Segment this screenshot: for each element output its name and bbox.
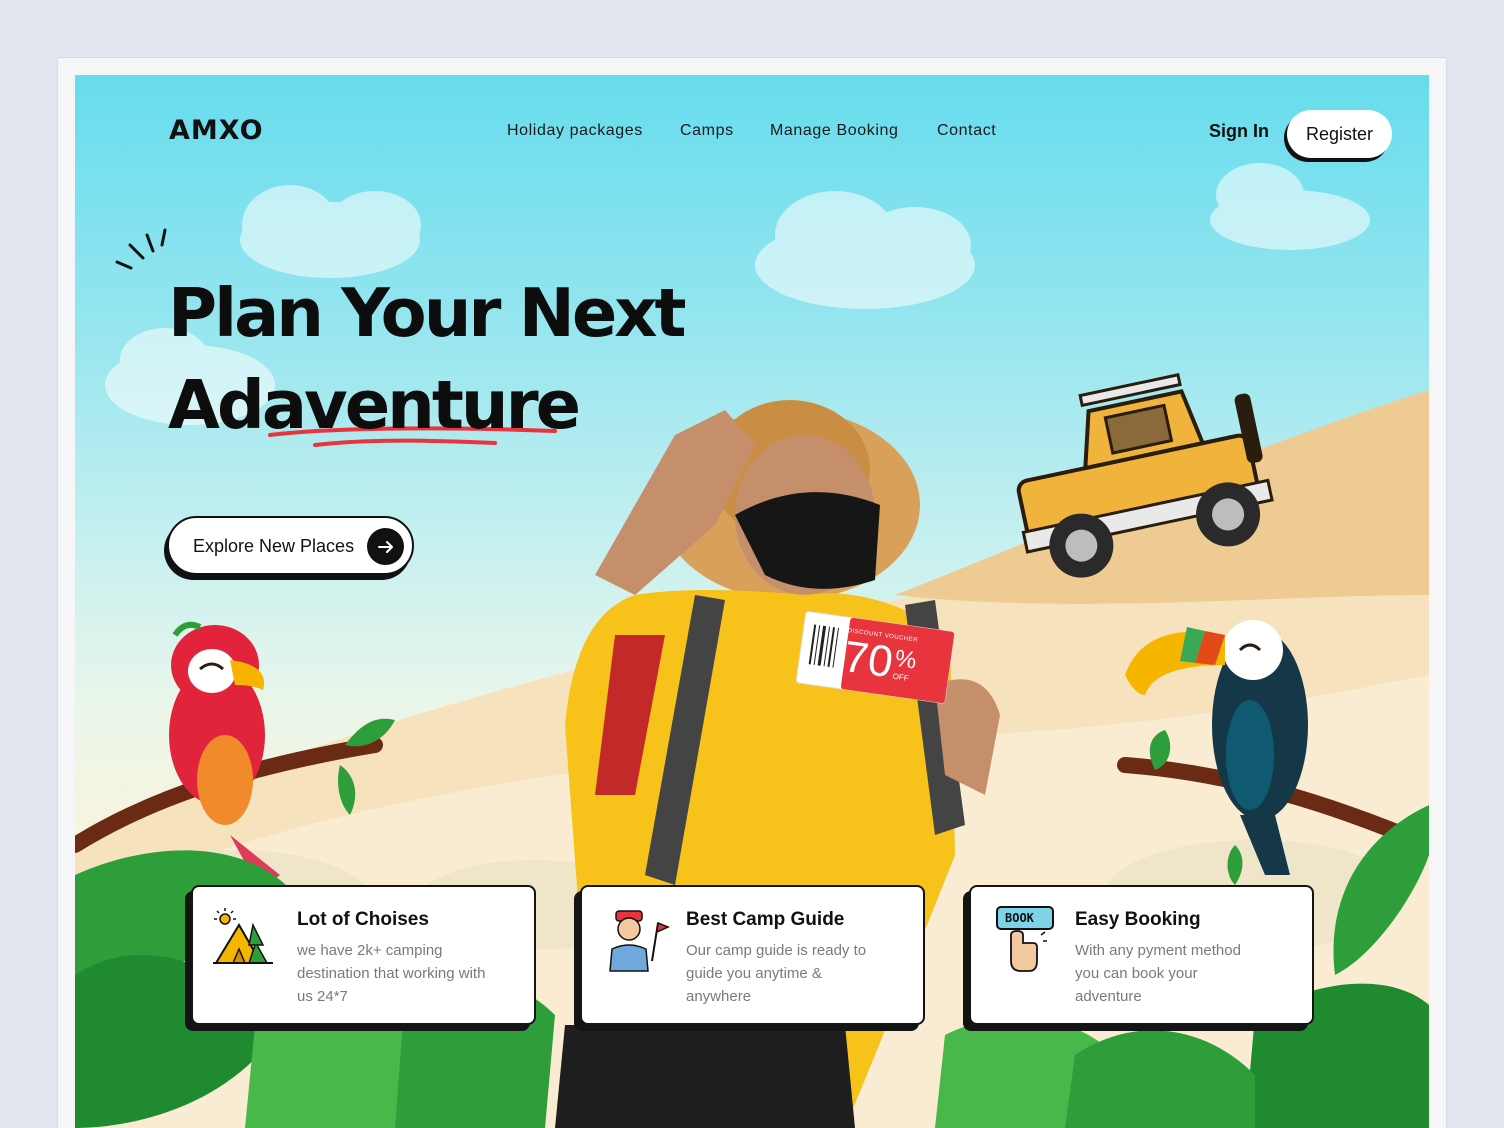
voucher-percent: % — [893, 644, 919, 675]
logo[interactable]: AMXO — [169, 115, 264, 146]
nav-link-camps[interactable]: Camps — [680, 122, 734, 140]
feature-desc-line: adventure — [1075, 988, 1142, 1005]
feature-desc-line: With any pyment method — [1075, 942, 1241, 959]
hero-section: DISCOUNT VOUCHER 70 % OFF AMXO Holiday p… — [75, 75, 1429, 1128]
voucher-off: OFF — [892, 671, 910, 683]
feature-desc-line: Our camp guide is ready to — [686, 942, 867, 959]
feature-card-booking[interactable]: BOOK Easy Booking With any pyment method… — [969, 885, 1314, 1025]
headline-line-1: Plan Your Next — [168, 274, 687, 352]
feature-desc-line: you can book your — [1075, 965, 1198, 982]
headline-line-2: Adaventure — [168, 366, 581, 444]
voucher-value: 70 — [840, 631, 896, 688]
feature-title: Easy Booking — [1075, 909, 1201, 930]
arrow-right-icon — [367, 528, 404, 565]
feature-description: With any pyment method you can book your… — [1075, 939, 1305, 1008]
feature-card-guide[interactable]: Best Camp Guide Our camp guide is ready … — [580, 885, 925, 1025]
feature-title: Lot of Choises — [297, 909, 429, 930]
feature-description: we have 2k+ camping destination that wor… — [297, 939, 527, 1008]
feature-desc-line: guide you anytime & — [686, 965, 822, 982]
nav-link-manage-booking[interactable]: Manage Booking — [770, 122, 899, 140]
feature-desc-line: we have 2k+ camping — [297, 942, 443, 959]
register-button[interactable]: Register — [1287, 110, 1392, 158]
feature-desc-line: anywhere — [686, 988, 752, 1005]
sign-in-link[interactable]: Sign In — [1209, 121, 1269, 142]
book-button-icon: BOOK — [989, 905, 1059, 975]
hero-headline: Plan Your Next Adaventure — [168, 267, 788, 451]
sparkle-strokes — [115, 228, 167, 270]
book-icon-text: BOOK — [1005, 911, 1034, 925]
nav-link-holiday-packages[interactable]: Holiday packages — [507, 122, 643, 140]
feature-desc-line: us 24*7 — [297, 988, 348, 1005]
feature-description: Our camp guide is ready to guide you any… — [686, 939, 916, 1008]
feature-desc-line: destination that working with — [297, 965, 486, 982]
cta-label: Explore New Places — [193, 536, 355, 556]
nav-link-contact[interactable]: Contact — [937, 122, 996, 140]
camping-tent-icon — [211, 905, 281, 975]
feature-title: Best Camp Guide — [686, 909, 845, 930]
camp-guide-icon — [600, 905, 670, 975]
explore-new-places-button[interactable]: Explore New Places — [167, 516, 414, 575]
feature-card-choices[interactable]: Lot of Choises we have 2k+ camping desti… — [191, 885, 536, 1025]
